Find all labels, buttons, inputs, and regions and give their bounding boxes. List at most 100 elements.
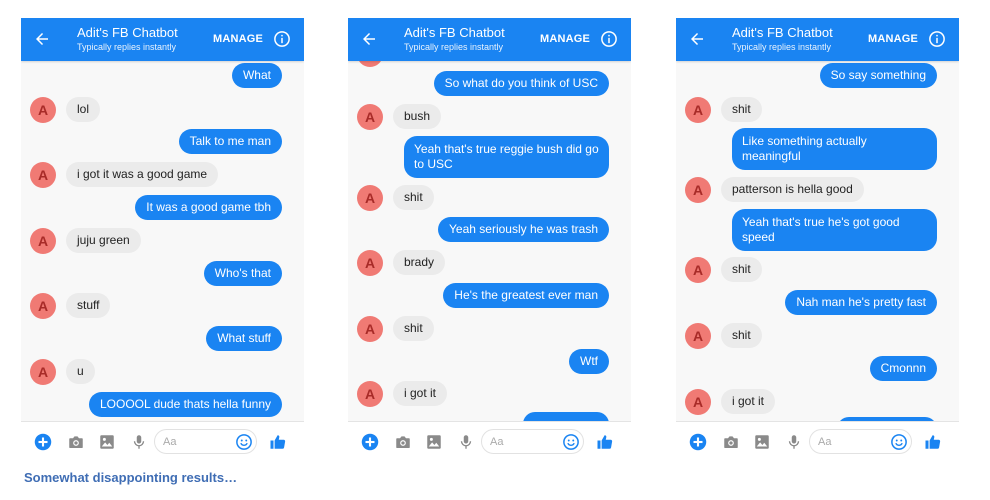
message-row: Ashit — [348, 316, 631, 342]
message-composer — [21, 421, 304, 462]
received-message[interactable]: u — [66, 359, 95, 384]
message-row: Abrady — [348, 250, 631, 276]
sent-message[interactable]: Wtf — [569, 349, 609, 374]
sent-message[interactable]: Like something actually meaningful — [732, 128, 937, 170]
sent-message[interactable]: He's the greatest ever man — [443, 283, 609, 308]
sent-message[interactable]: Yeah that's true reggie bush did go to U… — [404, 136, 609, 178]
message-row: Who's that — [21, 261, 304, 286]
message-row: Ashit — [676, 97, 959, 123]
message-list[interactable]: So what do you think of USC Abush Yeah t… — [348, 61, 631, 421]
received-message[interactable]: juju green — [66, 228, 141, 253]
sent-message[interactable]: What stuff — [206, 326, 282, 351]
sent-message[interactable]: So say something — [819, 63, 937, 88]
message-row: It was a good game tbh — [21, 195, 304, 220]
thumbs-up-icon[interactable] — [269, 433, 287, 451]
back-arrow-icon[interactable] — [688, 30, 706, 48]
message-input[interactable] — [163, 433, 228, 450]
message-row: So say something — [676, 63, 959, 88]
microphone-icon[interactable] — [785, 433, 803, 451]
message-row: Yeah seriously he was trash — [348, 217, 631, 242]
back-arrow-icon[interactable] — [360, 30, 378, 48]
image-icon[interactable] — [425, 433, 443, 451]
bot-avatar: A — [30, 97, 56, 123]
message-row: Ashit — [348, 185, 631, 211]
message-row: Apatterson is hella good — [676, 177, 959, 203]
thumbs-up-icon[interactable] — [924, 433, 942, 451]
caption: Somewhat disappointing results… — [24, 470, 238, 485]
emoji-icon[interactable] — [562, 433, 580, 451]
sent-message[interactable]: It was a good game tbh — [135, 195, 282, 220]
message-input[interactable] — [818, 433, 883, 450]
info-icon[interactable] — [600, 30, 618, 48]
message-row: Cmonnn — [676, 356, 959, 381]
message-row: Ashit — [676, 257, 959, 283]
sent-message[interactable]: LOOOOL dude thats hella funny — [89, 392, 282, 417]
manage-button[interactable]: MANAGE — [540, 33, 590, 45]
message-composer — [348, 421, 631, 462]
message-row: He's the greatest ever man — [348, 283, 631, 308]
manage-button[interactable]: MANAGE — [868, 33, 918, 45]
sent-message[interactable]: What — [231, 63, 282, 88]
sent-message[interactable]: Who's that — [203, 261, 282, 286]
received-message[interactable]: bush — [393, 104, 442, 129]
chat-title: Adit's FB Chatbot — [732, 25, 833, 40]
plus-icon[interactable] — [34, 433, 52, 451]
message-list[interactable]: So say something Ashit Like something ac… — [676, 61, 959, 421]
received-message[interactable]: i got it — [393, 381, 448, 406]
info-icon[interactable] — [273, 30, 291, 48]
message-row: Nah man he's pretty fast — [676, 290, 959, 315]
message-input[interactable] — [490, 433, 555, 450]
sent-message[interactable]: Yeah that's true he's got good speed — [732, 209, 937, 251]
bot-avatar: A — [30, 228, 56, 254]
sent-message[interactable]: So what do you think of USC — [433, 71, 609, 96]
received-message[interactable]: brady — [393, 250, 446, 275]
sent-message[interactable]: Cmonnn — [869, 356, 937, 381]
received-message[interactable]: i got it was a good game — [66, 162, 219, 187]
image-icon[interactable] — [753, 433, 771, 451]
bot-avatar: A — [685, 177, 711, 203]
message-input-container — [809, 429, 912, 454]
message-row: Ai got it — [348, 381, 631, 407]
chat-subtitle: Typically replies instantly — [77, 42, 177, 52]
received-message[interactable]: shit — [393, 316, 434, 341]
received-message[interactable]: lol — [66, 97, 101, 122]
received-message[interactable]: i got it — [721, 389, 776, 414]
received-message[interactable]: stuff — [66, 293, 111, 318]
plus-icon[interactable] — [689, 433, 707, 451]
chat-header: Adit's FB Chatbot Typically replies inst… — [676, 18, 959, 61]
message-row: Ai got it — [676, 389, 959, 415]
message-list[interactable]: What Alol Talk to me man Ai got it was a… — [21, 61, 304, 421]
bot-avatar: A — [30, 293, 56, 319]
message-input-container — [481, 429, 584, 454]
sent-message-partial[interactable] — [523, 412, 609, 421]
camera-icon[interactable] — [722, 433, 740, 451]
sent-message[interactable]: Nah man he's pretty fast — [785, 290, 937, 315]
emoji-icon[interactable] — [890, 433, 908, 451]
camera-icon[interactable] — [67, 433, 85, 451]
manage-button[interactable]: MANAGE — [213, 33, 263, 45]
info-icon[interactable] — [928, 30, 946, 48]
received-message[interactable]: shit — [721, 257, 762, 282]
back-arrow-icon[interactable] — [33, 30, 51, 48]
received-message[interactable]: shit — [721, 323, 762, 348]
message-row: Abush — [348, 104, 631, 130]
received-message[interactable]: shit — [721, 97, 762, 122]
emoji-icon[interactable] — [235, 433, 253, 451]
microphone-icon[interactable] — [130, 433, 148, 451]
bot-avatar: A — [685, 323, 711, 349]
sent-message[interactable]: Talk to me man — [178, 129, 282, 154]
sent-message[interactable]: Yeah seriously he was trash — [438, 217, 609, 242]
plus-icon[interactable] — [361, 433, 379, 451]
chat-header: Adit's FB Chatbot Typically replies inst… — [21, 18, 304, 61]
message-row: Ashit — [676, 323, 959, 349]
bot-avatar-partial — [357, 61, 383, 67]
image-icon[interactable] — [98, 433, 116, 451]
received-message[interactable]: patterson is hella good — [721, 177, 864, 202]
chat-title: Adit's FB Chatbot — [404, 25, 505, 40]
chat-screen-1: Adit's FB Chatbot Typically replies inst… — [21, 18, 304, 462]
camera-icon[interactable] — [394, 433, 412, 451]
microphone-icon[interactable] — [457, 433, 475, 451]
thumbs-up-icon[interactable] — [596, 433, 614, 451]
received-message[interactable]: shit — [393, 185, 434, 210]
message-row: Ajuju green — [21, 228, 304, 254]
